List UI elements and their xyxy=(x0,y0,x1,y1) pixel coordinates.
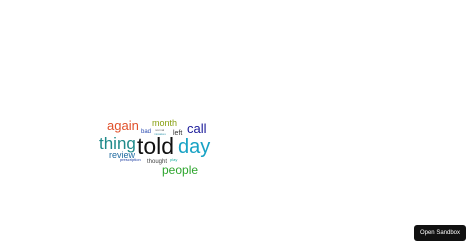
word-cloud: told thing day again call people month review le… xyxy=(0,0,474,248)
word-left: left xyxy=(173,130,183,137)
word-play: play xyxy=(170,157,178,162)
word-month: month xyxy=(152,118,178,128)
word-again: again xyxy=(107,118,139,133)
word-call: call xyxy=(187,121,207,136)
word-people: people xyxy=(162,163,199,177)
word-told: told xyxy=(137,133,175,159)
word-bad: bad xyxy=(141,129,152,135)
word-prescription: prescription xyxy=(120,157,141,162)
page-canvas: told thing day again call people month review le… xyxy=(0,0,474,248)
word-day: day xyxy=(178,136,211,158)
word-thought: thought xyxy=(147,159,168,165)
open-sandbox-button[interactable]: Open Sandbox xyxy=(413,225,466,241)
word-mistakes: mistakes xyxy=(154,132,166,136)
